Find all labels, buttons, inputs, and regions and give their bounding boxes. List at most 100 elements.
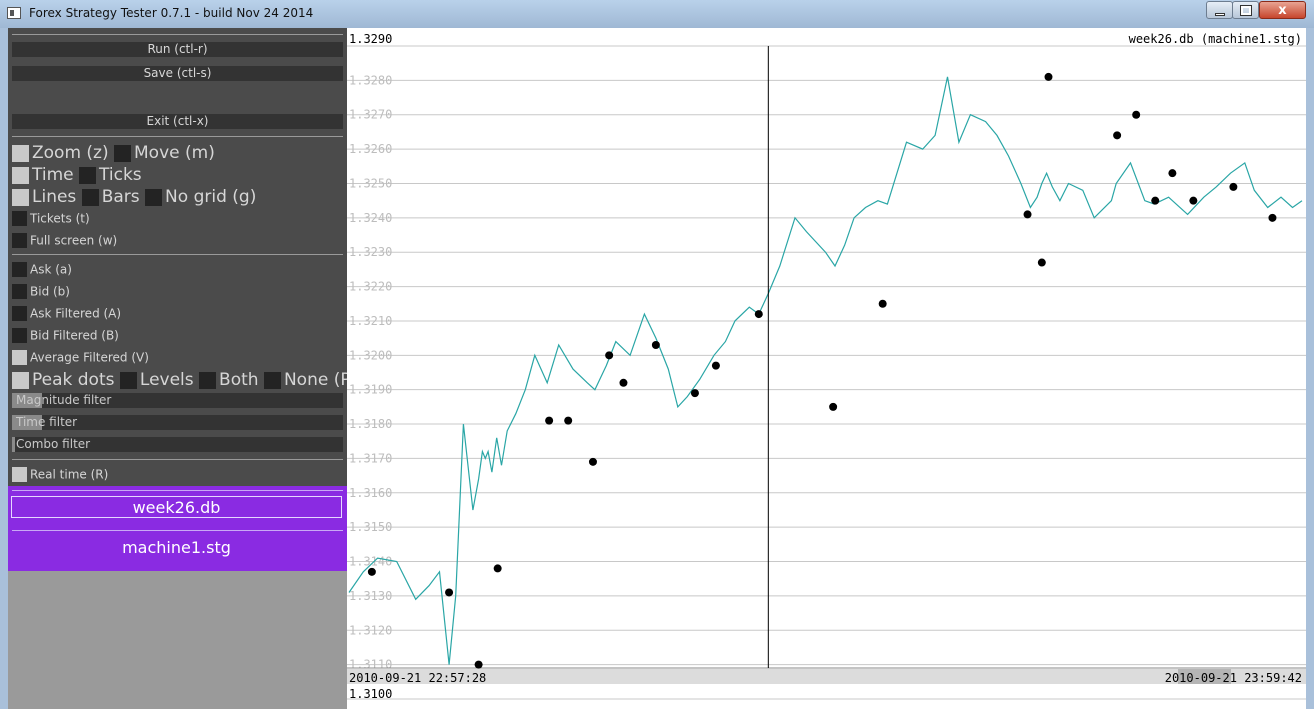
close-button[interactable]: x: [1259, 1, 1306, 19]
peak-dot: [1189, 196, 1198, 205]
y-tick-label: 1.3130: [349, 589, 392, 603]
panel-divider: [12, 490, 343, 491]
bid-filtered-label: Bid Filtered (B): [30, 328, 119, 343]
exit-button[interactable]: Exit (ctl-x): [12, 114, 343, 129]
chart-caption: week26.db (machine1.stg): [1128, 32, 1302, 46]
ask-checkbox[interactable]: Ask (a): [12, 261, 347, 277]
zoom-checkbox[interactable]: Zoom (z): [12, 143, 109, 163]
app-icon: [7, 7, 21, 19]
window-frame-left: [0, 28, 8, 709]
average-filtered-checkbox[interactable]: Average Filtered (V): [12, 349, 347, 365]
bars-checkbox[interactable]: Bars: [81, 187, 140, 207]
price-series-line: [348, 76, 1303, 665]
no-grid-checkbox-box[interactable]: [145, 188, 163, 206]
peak-dot: [619, 378, 628, 387]
lines-checkbox[interactable]: Lines: [12, 187, 76, 207]
y-tick-label: 1.3200: [349, 348, 392, 362]
bid-filtered-checkbox[interactable]: Bid Filtered (B): [12, 327, 347, 343]
chart-canvas[interactable]: 1.31101.31201.31301.31401.31501.31601.31…: [347, 28, 1306, 709]
time-checkbox-box[interactable]: [12, 166, 29, 184]
time-axis-bar: [347, 669, 1306, 684]
none-checkbox[interactable]: None (P): [263, 370, 357, 390]
combo-filter-slider[interactable]: Combo filter: [12, 437, 343, 452]
peak-dot: [878, 299, 887, 308]
y-tick-label: 1.3180: [349, 417, 392, 431]
bid-filtered-checkbox-box[interactable]: [12, 328, 27, 343]
save-button[interactable]: Save (ctl-s): [12, 66, 343, 81]
levels-checkbox-box[interactable]: [119, 371, 137, 389]
peak-dot: [1151, 196, 1160, 205]
bid-checkbox[interactable]: Bid (b): [12, 283, 347, 299]
both-checkbox[interactable]: Both: [199, 370, 259, 390]
time-end-label: 2010-09-21 23:59:42: [1164, 671, 1302, 685]
peak-dot: [605, 351, 614, 360]
run-button[interactable]: Run (ctl-r): [12, 42, 343, 57]
full-screen-checkbox-box[interactable]: [12, 233, 27, 248]
real-time-checkbox[interactable]: Real time (R): [12, 466, 347, 482]
zoom-move-row: Zoom (z) Move (m): [12, 143, 347, 163]
average-filtered-checkbox-box[interactable]: [12, 350, 27, 365]
time-ticks-row: Time Ticks: [12, 165, 347, 185]
minimize-button[interactable]: [1206, 1, 1233, 19]
peak-options-row: Peak dots Levels Both None (P): [12, 370, 357, 390]
title-bar: Forex Strategy Tester 0.7.1 - build Nov …: [0, 0, 1314, 28]
combo-filter-label: Combo filter: [16, 437, 91, 451]
data-source-panel: week26.db machine1.stg: [8, 486, 347, 571]
both-label: Both: [219, 370, 259, 390]
ticks-label: Ticks: [99, 165, 142, 185]
no-grid-checkbox[interactable]: No grid (g): [145, 187, 256, 207]
bottom-price-label: 1.3100: [349, 687, 393, 701]
ask-filtered-checkbox[interactable]: Ask Filtered (A): [12, 305, 347, 321]
levels-checkbox[interactable]: Levels: [119, 370, 194, 390]
both-checkbox-box[interactable]: [199, 371, 217, 389]
y-tick-label: 1.3150: [349, 520, 392, 534]
peak-dot: [1229, 182, 1238, 191]
peak-dot: [754, 310, 763, 319]
strategy-file-button[interactable]: machine1.stg: [11, 537, 342, 559]
data-file-button[interactable]: week26.db: [11, 496, 342, 518]
ask-filtered-checkbox-box[interactable]: [12, 306, 27, 321]
y-tick-label: 1.3190: [349, 383, 392, 397]
lines-label: Lines: [32, 187, 77, 207]
peak-dot: [564, 416, 573, 425]
bid-checkbox-box[interactable]: [12, 284, 27, 299]
full-screen-checkbox[interactable]: Full screen (w): [12, 232, 347, 248]
peak-dot: [1044, 72, 1053, 81]
move-checkbox[interactable]: Move (m): [114, 143, 215, 163]
panel-divider: [12, 530, 343, 531]
maximize-button[interactable]: [1232, 1, 1259, 19]
time-filter-slider[interactable]: Time filter: [12, 415, 343, 430]
tickets-checkbox-box[interactable]: [12, 211, 27, 226]
time-start-label: 2010-09-21 22:57:28: [349, 671, 487, 685]
move-checkbox-box[interactable]: [114, 144, 132, 162]
peak-dot: [445, 588, 454, 597]
y-tick-label: 1.3220: [349, 280, 392, 294]
peak-dots-checkbox-box[interactable]: [12, 371, 29, 389]
peak-dot: [545, 416, 554, 425]
top-price-label: 1.3290: [349, 32, 393, 46]
peak-dot: [1168, 169, 1177, 178]
time-filter-label: Time filter: [16, 415, 78, 429]
none-checkbox-box[interactable]: [263, 371, 281, 389]
magnitude-filter-slider[interactable]: Magnitude filter: [12, 393, 343, 408]
peak-dot: [367, 567, 376, 576]
tickets-checkbox[interactable]: Tickets (t): [12, 210, 347, 226]
time-label: Time: [32, 165, 74, 185]
ticks-checkbox[interactable]: Ticks: [79, 165, 142, 185]
panel-divider: [12, 459, 343, 460]
real-time-label: Real time (R): [30, 467, 109, 482]
average-filtered-label: Average Filtered (V): [30, 350, 149, 365]
price-chart[interactable]: 1.3110 1.3120 1.3130 1.3140 1.3150 1.3160 1.31…: [347, 28, 1306, 709]
peak-dot: [1132, 110, 1141, 119]
zoom-checkbox-box[interactable]: [12, 144, 29, 162]
time-checkbox[interactable]: Time: [12, 165, 74, 185]
full-screen-label: Full screen (w): [30, 233, 118, 248]
ticks-checkbox-box[interactable]: [79, 166, 97, 184]
ask-checkbox-box[interactable]: [12, 262, 27, 277]
panel-empty-area: [8, 571, 347, 709]
control-panel: Run (ctl-r) Save (ctl-s) Exit (ctl-x) Zo…: [8, 28, 357, 709]
peak-dots-checkbox[interactable]: Peak dots: [12, 370, 115, 390]
bars-checkbox-box[interactable]: [81, 188, 99, 206]
real-time-checkbox-box[interactable]: [12, 467, 27, 482]
lines-checkbox-box[interactable]: [12, 188, 29, 206]
